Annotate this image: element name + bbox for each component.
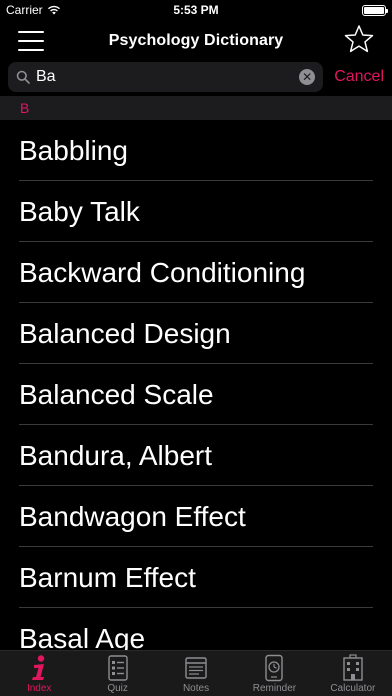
list-item[interactable]: Bandwagon Effect: [0, 486, 392, 547]
reminder-icon: [265, 654, 284, 682]
tab-bar: Index Quiz Notes Reminder Calculator: [0, 650, 392, 696]
cancel-button[interactable]: Cancel: [334, 68, 384, 86]
list-item[interactable]: Bandura, Albert: [0, 425, 392, 486]
search-icon: [16, 70, 30, 84]
tab-reminder[interactable]: Reminder: [235, 651, 313, 696]
tab-label: Calculator: [330, 683, 376, 694]
tab-quiz[interactable]: Quiz: [78, 651, 156, 696]
hamburger-menu-icon[interactable]: [18, 31, 44, 51]
tab-notes[interactable]: Notes: [157, 651, 235, 696]
list-item[interactable]: Barnum Effect: [0, 547, 392, 608]
term-label: Bandwagon Effect: [19, 500, 246, 532]
term-label: Balanced Design: [19, 317, 231, 349]
section-header-label: B: [20, 100, 30, 116]
star-icon[interactable]: [344, 24, 374, 54]
list-item[interactable]: Balanced Scale: [0, 364, 392, 425]
tab-index[interactable]: Index: [0, 651, 78, 696]
tab-calculator[interactable]: Calculator: [314, 651, 392, 696]
calculator-icon: [343, 654, 363, 681]
wifi-icon: [47, 5, 60, 15]
term-label: Baby Talk: [19, 195, 140, 227]
quiz-icon: [107, 655, 128, 681]
status-bar: Carrier 5:53 PM: [0, 0, 392, 20]
search-input[interactable]: [36, 68, 294, 86]
list-item[interactable]: Backward Conditioning: [0, 242, 392, 303]
term-label: Balanced Scale: [19, 378, 214, 410]
list-item[interactable]: Balanced Design: [0, 303, 392, 364]
status-left: Carrier: [6, 3, 61, 17]
search-row: ✕ Cancel: [0, 62, 392, 92]
section-header: B: [0, 96, 392, 120]
tab-label: Reminder: [252, 683, 297, 694]
clear-search-icon[interactable]: ✕: [299, 69, 316, 85]
info-icon: [32, 655, 45, 680]
tab-label: Notes: [182, 683, 210, 694]
term-list: Babbling Baby Talk Backward Conditioning…: [0, 120, 392, 650]
page-title: Psychology Dictionary: [108, 32, 284, 49]
term-label: Basal Age: [19, 622, 146, 651]
term-label: Backward Conditioning: [19, 256, 306, 288]
term-label: Babbling: [19, 134, 128, 166]
carrier-label: Carrier: [6, 3, 43, 17]
list-item[interactable]: Basal Age: [0, 608, 392, 651]
status-right: [362, 4, 388, 16]
navigation-bar: Psychology Dictionary: [0, 20, 392, 62]
tab-label: Quiz: [107, 683, 128, 694]
term-label: Barnum Effect: [19, 561, 196, 593]
tab-label: Index: [26, 683, 52, 694]
notes-icon: [185, 657, 207, 679]
term-label: Bandura, Albert: [19, 439, 213, 471]
list-item[interactable]: Baby Talk: [0, 181, 392, 242]
list-item[interactable]: Babbling: [0, 120, 392, 181]
battery-icon: [362, 4, 388, 16]
search-field: ✕: [8, 62, 324, 92]
